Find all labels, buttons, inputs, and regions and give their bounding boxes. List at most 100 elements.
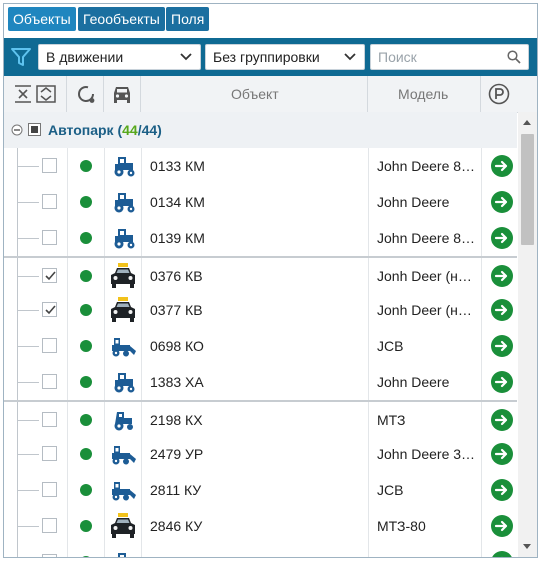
online-status-dot xyxy=(80,556,92,557)
table-row[interactable]: 2811 КУ JCB xyxy=(4,472,517,509)
group-checkbox[interactable] xyxy=(28,123,41,136)
tractor-icon xyxy=(108,368,138,396)
object-name: 1383 ХА xyxy=(150,374,204,390)
column-divider xyxy=(67,402,68,438)
online-status-dot xyxy=(80,448,92,460)
object-model: JCB xyxy=(377,482,404,498)
object-name: 0376 КВ xyxy=(150,268,203,284)
expand-collapse-header[interactable] xyxy=(4,76,67,112)
column-divider xyxy=(104,472,105,508)
go-to-object-button[interactable] xyxy=(491,299,513,321)
go-to-object-button[interactable] xyxy=(491,371,513,393)
scroll-up-arrow[interactable] xyxy=(523,120,531,125)
search-icon[interactable] xyxy=(507,50,521,64)
table-row[interactable]: 0377 КВ Jonh Deer (н… xyxy=(4,292,517,329)
tab-objects[interactable]: Объекты xyxy=(8,7,76,31)
online-status-dot xyxy=(80,340,92,352)
table-row[interactable]: 2479 УР John Deere 3… xyxy=(4,436,517,473)
go-to-object-button[interactable] xyxy=(491,479,513,501)
object-model: John Deere 8… xyxy=(377,158,476,174)
go-to-object-button[interactable] xyxy=(491,551,513,557)
group-row[interactable]: Автопарк (44/44) xyxy=(4,112,517,149)
go-to-object-button[interactable] xyxy=(491,443,513,465)
column-divider xyxy=(67,472,68,508)
search-input[interactable] xyxy=(378,46,498,68)
object-model: John Deere 8… xyxy=(377,230,476,246)
model-column-header[interactable]: Модель xyxy=(368,76,481,112)
object-model: John Deere 3… xyxy=(377,446,476,462)
table-row[interactable]: 0133 КМ John Deere 8… xyxy=(4,148,517,185)
go-to-object-button[interactable] xyxy=(491,409,513,431)
group-name: Автопарк xyxy=(48,122,114,138)
row-checkbox[interactable] xyxy=(42,412,57,427)
table-row[interactable]: 1383 ХА John Deere xyxy=(4,364,517,401)
tree-branch xyxy=(17,490,39,491)
tractor-icon xyxy=(108,152,138,180)
row-checkbox[interactable] xyxy=(42,374,57,389)
list-header: Объект Модель xyxy=(4,76,537,113)
column-divider xyxy=(368,508,369,544)
arrow-right-icon xyxy=(494,270,508,282)
status-filter-select[interactable]: В движении xyxy=(38,44,201,70)
row-checkbox[interactable] xyxy=(42,518,57,533)
table-row[interactable]: 0698 КО JCB xyxy=(4,328,517,365)
table-row[interactable]: 0134 КМ John Deere xyxy=(4,184,517,221)
row-checkbox[interactable] xyxy=(42,158,57,173)
row-checkbox[interactable] xyxy=(42,230,57,245)
table-row[interactable]: 0139 КМ John Deere 8… xyxy=(4,220,517,257)
go-to-object-button[interactable] xyxy=(491,191,513,213)
row-checkbox[interactable] xyxy=(42,302,57,317)
row-checkbox[interactable] xyxy=(42,194,57,209)
tractor-icon xyxy=(108,224,138,252)
tractor-icon xyxy=(108,548,138,557)
table-row[interactable] xyxy=(4,544,517,557)
column-divider xyxy=(67,258,68,294)
column-divider xyxy=(481,544,482,557)
go-to-object-button[interactable] xyxy=(491,227,513,249)
scrollbar[interactable] xyxy=(518,112,537,557)
column-divider xyxy=(67,184,68,220)
object-column-header[interactable]: Объект xyxy=(141,76,368,112)
tab-fields[interactable]: Поля xyxy=(166,7,210,31)
table-row[interactable]: 2198 КХ МТЗ xyxy=(4,400,517,439)
row-checkbox[interactable] xyxy=(42,338,57,353)
filter-icon[interactable] xyxy=(10,46,32,68)
parking-header[interactable] xyxy=(481,76,517,112)
go-to-object-button[interactable] xyxy=(491,265,513,287)
object-column-label: Объект xyxy=(231,86,279,102)
go-to-object-button[interactable] xyxy=(491,155,513,177)
column-divider xyxy=(481,220,482,256)
scroll-down-arrow[interactable] xyxy=(523,544,531,549)
refresh-header[interactable] xyxy=(67,76,104,112)
tree-branch xyxy=(17,166,39,167)
grouping-select[interactable]: Без группировки xyxy=(205,44,365,70)
scroll-thumb[interactable] xyxy=(521,134,534,245)
row-checkbox[interactable] xyxy=(42,268,57,283)
object-model: Jonh Deer (н… xyxy=(377,268,472,284)
go-to-object-button[interactable] xyxy=(491,515,513,537)
vehicle-type-header[interactable] xyxy=(104,76,141,112)
column-divider xyxy=(67,508,68,544)
tab-geoobjects[interactable]: Геообъекты xyxy=(78,7,165,31)
table-row[interactable]: 2846 КУ МТЗ-80 xyxy=(4,508,517,545)
column-divider xyxy=(368,472,369,508)
column-divider xyxy=(67,328,68,364)
object-name: 0698 КО xyxy=(150,338,204,354)
row-checkbox[interactable] xyxy=(42,446,57,461)
column-divider xyxy=(368,258,369,294)
model-column-label: Модель xyxy=(398,86,449,102)
row-checkbox[interactable] xyxy=(42,554,57,557)
column-divider xyxy=(481,328,482,364)
table-row[interactable]: 0376 КВ Jonh Deer (н… xyxy=(4,256,517,295)
column-divider xyxy=(141,402,142,438)
column-divider xyxy=(104,402,105,438)
column-divider xyxy=(104,544,105,557)
tractor-icon xyxy=(108,188,138,216)
excavator-icon xyxy=(108,476,138,504)
checkmark-icon xyxy=(45,305,56,315)
collapse-group-icon[interactable] xyxy=(11,124,23,136)
column-divider xyxy=(67,364,68,400)
go-to-object-button[interactable] xyxy=(491,335,513,357)
object-model: Jonh Deer (н… xyxy=(377,302,472,318)
row-checkbox[interactable] xyxy=(42,482,57,497)
